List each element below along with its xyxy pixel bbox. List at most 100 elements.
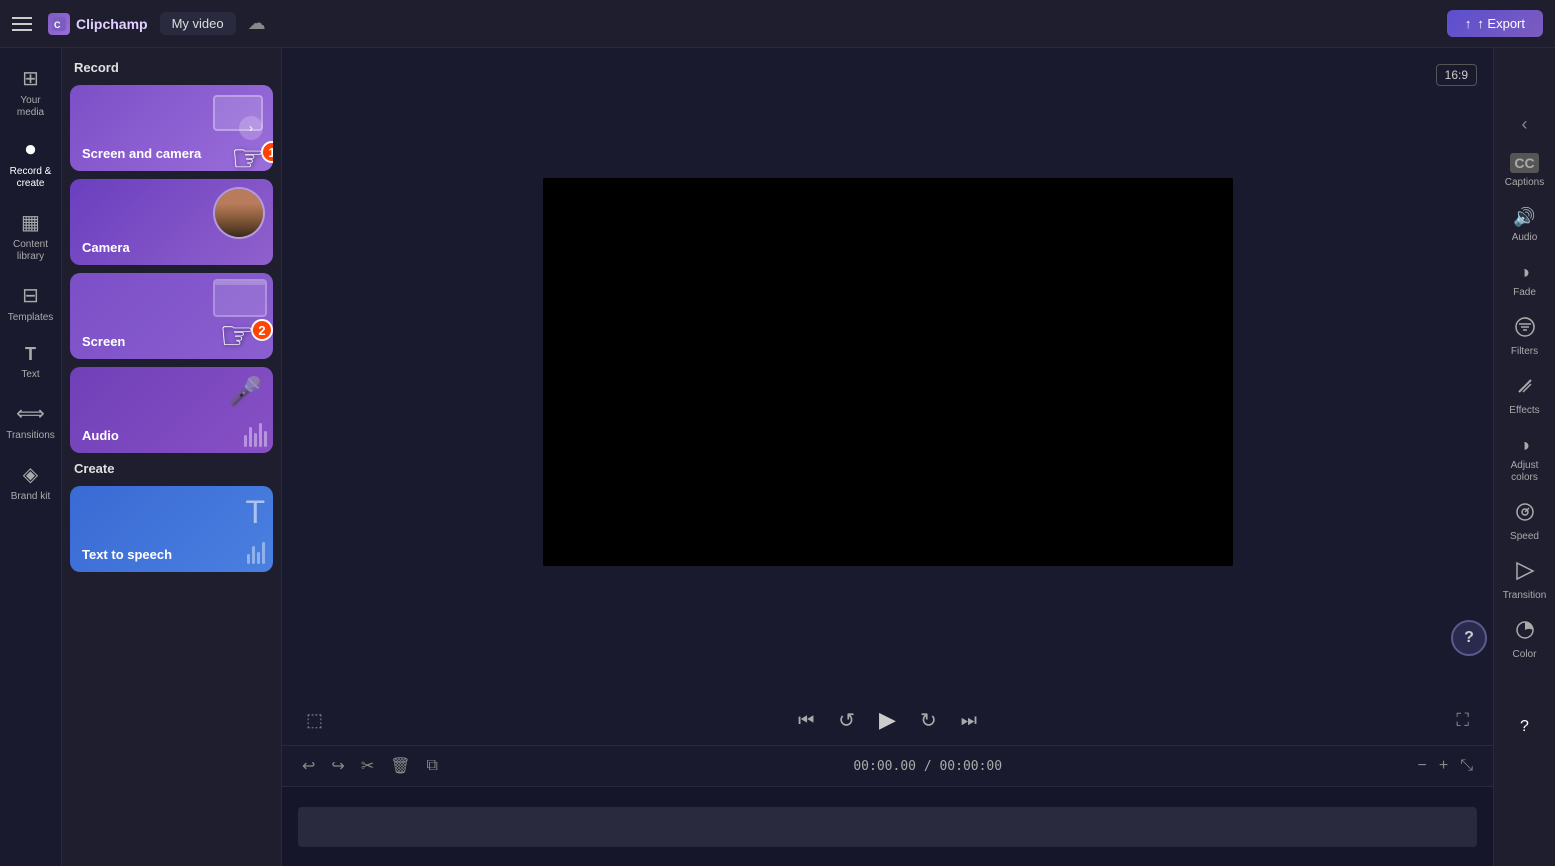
fade-icon: ◑ bbox=[1519, 262, 1530, 283]
sidebar-label-brand-kit: Brand kit bbox=[11, 491, 50, 503]
right-item-adjust-colors[interactable]: ◑ Adjust colors bbox=[1497, 427, 1553, 492]
right-item-color[interactable]: Color bbox=[1497, 612, 1553, 669]
color-label: Color bbox=[1513, 649, 1537, 661]
help-icon: ? bbox=[1464, 629, 1474, 647]
time-current: 00:00.00 bbox=[853, 759, 916, 774]
camera-decoration bbox=[213, 187, 265, 239]
content-library-icon: ▦ bbox=[21, 210, 40, 235]
filters-label: Filters bbox=[1511, 346, 1538, 358]
help-question-mark: ? bbox=[1520, 718, 1529, 735]
skip-forward-button[interactable]: ⏭ bbox=[957, 706, 981, 735]
export-label: ↑ Export bbox=[1477, 16, 1525, 31]
timeline-time-display: 00:00.00 / 00:00:00 bbox=[450, 759, 1406, 774]
effects-icon bbox=[1515, 376, 1535, 401]
timeline[interactable] bbox=[282, 786, 1493, 866]
zoom-controls: − + ⤡ bbox=[1414, 753, 1478, 779]
sidebar-item-transitions[interactable]: ⟺ Transitions bbox=[3, 393, 59, 450]
mic-decoration: 🎤 bbox=[228, 375, 263, 408]
text-to-speech-card[interactable]: T Text to speech bbox=[70, 486, 273, 572]
aspect-ratio-badge[interactable]: 16:9 bbox=[1436, 64, 1477, 86]
zoom-in-button[interactable]: + bbox=[1435, 753, 1452, 779]
right-item-audio[interactable]: 🔊 Audio bbox=[1497, 199, 1553, 252]
captions-label: Captions bbox=[1505, 177, 1544, 189]
sidebar-item-record-create[interactable]: ⏺ Record & create bbox=[3, 131, 59, 198]
transition-label: Transition bbox=[1503, 590, 1547, 602]
audio-label: Audio bbox=[82, 428, 119, 443]
audio-card[interactable]: 🎤 Audio bbox=[70, 367, 273, 453]
sidebar-item-text[interactable]: T Text bbox=[3, 336, 59, 389]
screen-and-camera-label: Screen and camera bbox=[82, 146, 201, 161]
cloud-save-icon: ☁ bbox=[248, 13, 266, 34]
right-item-fade[interactable]: ◑ Fade bbox=[1497, 254, 1553, 307]
rewind-button[interactable]: ↺ bbox=[834, 704, 859, 737]
fit-button[interactable]: ⤡ bbox=[1456, 753, 1477, 779]
skip-back-button[interactable]: ⏮ bbox=[794, 706, 818, 735]
time-total: 00:00:00 bbox=[939, 759, 1002, 774]
duplicate-button[interactable]: ⧉ bbox=[423, 753, 442, 779]
sidebar-label-text: Text bbox=[21, 369, 39, 381]
cursor-hand-1: ☞ bbox=[231, 136, 265, 171]
video-controls: ⬚ ⏮ ↺ ▶ ↻ ⏭ ⛶ bbox=[282, 695, 1493, 745]
screen-and-camera-card[interactable]: ☞ 1 › Screen and camera bbox=[70, 85, 273, 171]
video-title[interactable]: My video bbox=[160, 12, 236, 35]
sidebar-label-record-create: Record & create bbox=[7, 166, 55, 190]
transitions-icon: ⟺ bbox=[16, 401, 45, 426]
screen-card[interactable]: ☞ 2 Screen bbox=[70, 273, 273, 359]
export-button[interactable]: ↑ ↑ Export bbox=[1447, 10, 1543, 37]
sidebar-item-templates[interactable]: ⊟ Templates bbox=[3, 275, 59, 332]
help-button[interactable]: ? bbox=[1520, 718, 1529, 736]
media-icon: ⊞ bbox=[22, 66, 39, 91]
right-item-effects[interactable]: Effects bbox=[1497, 368, 1553, 425]
redo-button[interactable]: ↪ bbox=[327, 752, 348, 780]
main-layout: ⊞ Your media ⏺ Record & create ▦ Content… bbox=[0, 48, 1555, 866]
record-panel: Record ☞ 1 › Screen and camera Camera bbox=[62, 48, 282, 866]
fade-label: Fade bbox=[1513, 287, 1536, 299]
menu-button[interactable] bbox=[12, 12, 36, 36]
timeline-toolbar: ↩ ↪ ✂ 🗑 ⧉ 00:00.00 / 00:00:00 − + ⤡ bbox=[282, 745, 1493, 786]
camera-card[interactable]: Camera bbox=[70, 179, 273, 265]
logo-icon: C bbox=[48, 13, 70, 35]
zoom-out-button[interactable]: − bbox=[1414, 753, 1431, 779]
speed-label: Speed bbox=[1510, 531, 1539, 543]
tts-wave-decoration bbox=[247, 542, 265, 564]
speed-icon bbox=[1515, 502, 1535, 527]
record-section-title: Record bbox=[70, 60, 273, 75]
subtitle-toggle-button[interactable]: ⬚ bbox=[302, 706, 327, 735]
sidebar-right: ‹ CC Captions 🔊 Audio ◑ Fade Filters Eff… bbox=[1493, 48, 1555, 866]
tts-decoration: T bbox=[245, 494, 265, 531]
sidebar-item-brand-kit[interactable]: ◈ Brand kit bbox=[3, 454, 59, 511]
text-icon: T bbox=[25, 344, 36, 365]
right-item-filters[interactable]: Filters bbox=[1497, 309, 1553, 366]
right-item-speed[interactable]: Speed bbox=[1497, 494, 1553, 551]
transition-icon bbox=[1515, 561, 1535, 586]
undo-button[interactable]: ↩ bbox=[298, 752, 319, 780]
sidebar-item-your-media[interactable]: ⊞ Your media bbox=[3, 58, 59, 127]
audio-right-icon: 🔊 bbox=[1513, 207, 1535, 228]
captions-icon: CC bbox=[1510, 153, 1538, 173]
time-separator: / bbox=[924, 759, 940, 774]
center-area: 16:9 ⬚ ⏮ ↺ ▶ ↻ ⏭ ⛶ ↩ ↪ ✂ 🗑 ⧉ 00:00.00 / … bbox=[282, 48, 1493, 866]
text-to-speech-label: Text to speech bbox=[82, 547, 172, 562]
play-button[interactable]: ▶ bbox=[875, 703, 900, 737]
color-icon bbox=[1515, 620, 1535, 645]
forward-button[interactable]: ↻ bbox=[916, 704, 941, 737]
scissors-button[interactable]: ✂ bbox=[357, 752, 378, 780]
delete-button[interactable]: 🗑 bbox=[386, 752, 414, 780]
screen-cam-arrow: › bbox=[239, 116, 263, 140]
cursor-hand-2: ☞ bbox=[219, 313, 255, 359]
sidebar-left: ⊞ Your media ⏺ Record & create ▦ Content… bbox=[0, 48, 62, 866]
collapse-right-sidebar-button[interactable]: ‹ bbox=[1514, 106, 1536, 143]
adjust-colors-icon: ◑ bbox=[1519, 435, 1530, 456]
right-item-captions[interactable]: CC Captions bbox=[1497, 145, 1553, 197]
right-item-transition[interactable]: Transition bbox=[1497, 553, 1553, 610]
video-preview-container: 16:9 bbox=[282, 48, 1493, 695]
sidebar-item-content-library[interactable]: ▦ Content library bbox=[3, 202, 59, 271]
cursor-badge-2: 2 bbox=[251, 319, 273, 341]
help-floating-button[interactable]: ? bbox=[1451, 620, 1487, 656]
svg-text:C: C bbox=[54, 20, 61, 30]
audio-wave-decoration bbox=[244, 423, 267, 447]
fullscreen-button[interactable]: ⛶ bbox=[1452, 706, 1473, 735]
effects-label: Effects bbox=[1509, 405, 1539, 417]
create-section-title: Create bbox=[70, 461, 273, 476]
topbar: C Clipchamp My video ☁ ↑ ↑ Export bbox=[0, 0, 1555, 48]
